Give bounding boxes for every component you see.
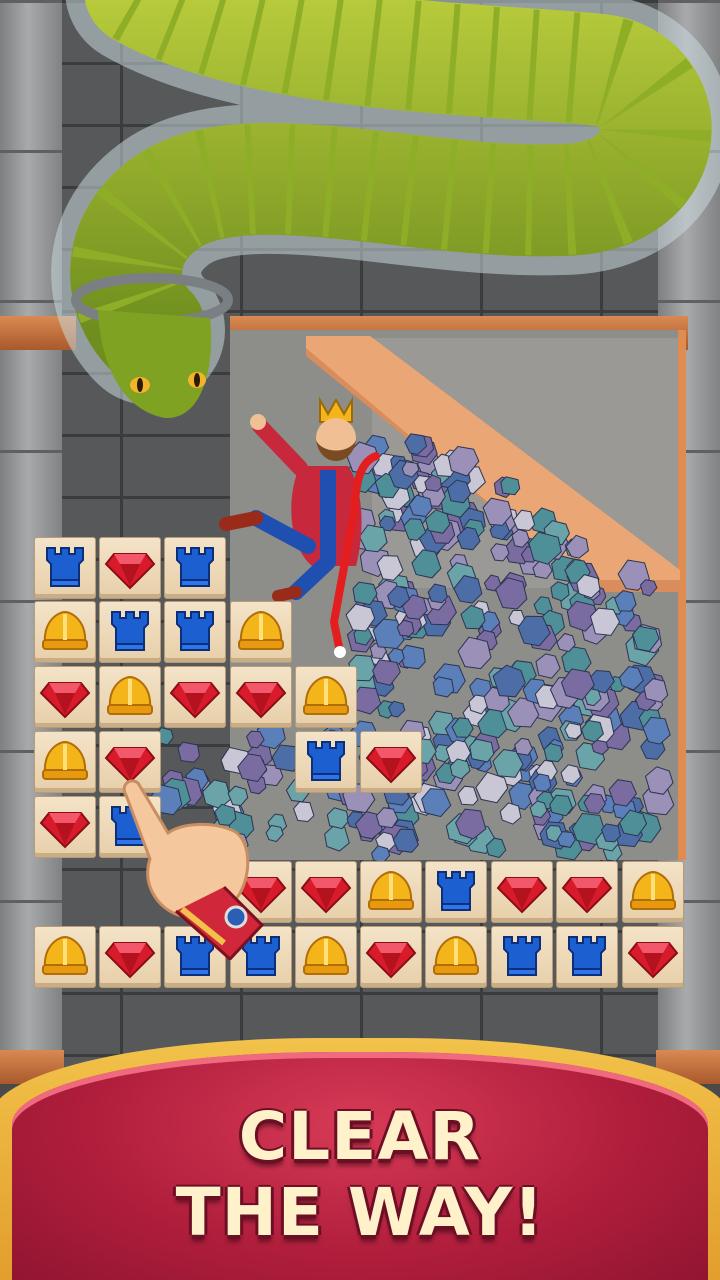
tile-helmet[interactable] <box>230 601 292 663</box>
tile-gem[interactable] <box>360 731 422 793</box>
red-gem-icon <box>235 669 287 725</box>
blue-tower-icon <box>496 929 548 985</box>
pointing-hand-icon <box>122 779 265 960</box>
tile-helmet[interactable] <box>360 861 422 923</box>
red-gem-icon <box>39 799 91 855</box>
red-gem-icon <box>104 540 156 596</box>
yellow-helmet-icon <box>39 734 91 790</box>
tile-gem[interactable] <box>230 666 292 728</box>
tile-helmet[interactable] <box>34 731 96 793</box>
tile-helmet[interactable] <box>295 666 357 728</box>
tile-tower[interactable] <box>295 731 357 793</box>
yellow-helmet-icon <box>430 929 482 985</box>
yellow-helmet-icon <box>300 929 352 985</box>
tile-gem[interactable] <box>295 861 357 923</box>
tile-helmet[interactable] <box>295 926 357 988</box>
headline-line-1: CLEAR <box>238 1098 482 1175</box>
tile-tower[interactable] <box>164 601 226 663</box>
red-gem-icon <box>365 929 417 985</box>
red-gem-icon <box>300 864 352 920</box>
tile-tower[interactable] <box>556 926 618 988</box>
yellow-helmet-icon <box>627 864 679 920</box>
blue-tower-icon <box>169 540 221 596</box>
tile-gem[interactable] <box>622 926 684 988</box>
red-gem-icon <box>169 669 221 725</box>
tile-helmet[interactable] <box>34 926 96 988</box>
yellow-helmet-icon <box>365 864 417 920</box>
blue-tower-icon <box>430 864 482 920</box>
yellow-helmet-icon <box>300 669 352 725</box>
red-gem-icon <box>627 929 679 985</box>
tile-gem[interactable] <box>556 861 618 923</box>
tile-helmet[interactable] <box>99 666 161 728</box>
tile-helmet[interactable] <box>622 861 684 923</box>
red-gem-icon <box>39 669 91 725</box>
red-gem-icon <box>496 864 548 920</box>
yellow-helmet-icon <box>39 604 91 660</box>
tile-gem[interactable] <box>34 666 96 728</box>
tile-tower[interactable] <box>425 861 487 923</box>
tile-gem[interactable] <box>360 926 422 988</box>
tile-helmet[interactable] <box>425 926 487 988</box>
headline-line-2: THE WAY! <box>175 1174 545 1251</box>
tile-helmet[interactable] <box>34 601 96 663</box>
tile-gem[interactable] <box>99 537 161 599</box>
blue-tower-icon <box>300 734 352 790</box>
yellow-helmet-icon <box>104 669 156 725</box>
tile-tower[interactable] <box>99 601 161 663</box>
yellow-helmet-icon <box>235 604 287 660</box>
red-gem-icon <box>561 864 613 920</box>
game-scene: CLEAR THE WAY! <box>0 0 720 1280</box>
tile-gem[interactable] <box>34 796 96 858</box>
yellow-helmet-icon <box>39 929 91 985</box>
tile-tower[interactable] <box>164 537 226 599</box>
match-board[interactable] <box>0 0 720 1000</box>
tile-gem[interactable] <box>164 666 226 728</box>
blue-tower-icon <box>104 604 156 660</box>
tile-tower[interactable] <box>491 926 553 988</box>
red-gem-icon <box>365 734 417 790</box>
blue-tower-icon <box>561 929 613 985</box>
blue-tower-icon <box>39 540 91 596</box>
blue-tower-icon <box>169 604 221 660</box>
tile-gem[interactable] <box>491 861 553 923</box>
tile-tower[interactable] <box>34 537 96 599</box>
